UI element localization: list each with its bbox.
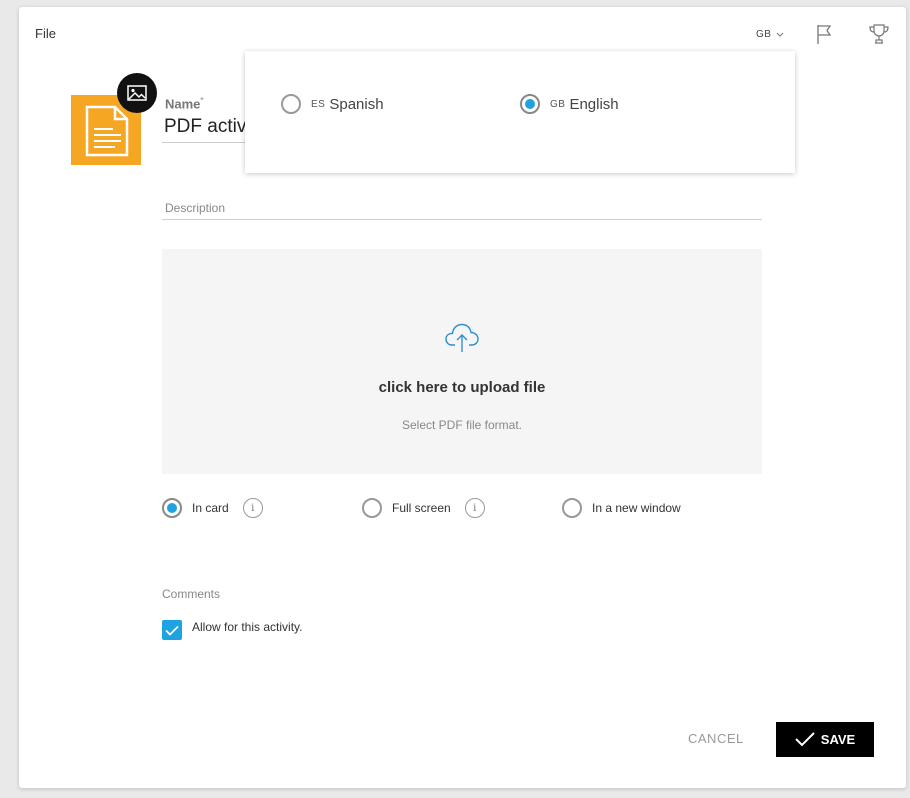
description-label: Description bbox=[165, 201, 226, 215]
radio-english[interactable] bbox=[520, 94, 540, 114]
cloud-upload-icon bbox=[445, 323, 479, 352]
flag-icon[interactable] bbox=[815, 23, 835, 50]
radio-spanish[interactable] bbox=[281, 94, 301, 114]
info-icon[interactable]: i bbox=[242, 498, 263, 518]
name-underline bbox=[162, 142, 246, 143]
upload-dropzone[interactable]: click here to upload file Select PDF fil… bbox=[162, 249, 762, 474]
save-button[interactable]: SAVE bbox=[776, 722, 874, 757]
required-mark: * bbox=[200, 96, 204, 105]
comments-label: Comments bbox=[162, 587, 221, 601]
display-option-in-card[interactable]: In card i bbox=[162, 498, 263, 518]
checkmark-icon bbox=[165, 625, 179, 636]
chevron-down-icon bbox=[777, 32, 784, 37]
upload-title: click here to upload file bbox=[378, 379, 546, 396]
allow-comments-checkbox[interactable] bbox=[162, 620, 182, 640]
language-code: GB bbox=[756, 29, 772, 40]
display-option-label: In a new window bbox=[592, 501, 681, 515]
upload-hint: Select PDF file format. bbox=[401, 418, 523, 432]
save-label: SAVE bbox=[820, 732, 856, 747]
section-label: File bbox=[35, 26, 56, 41]
language-dropdown: ES Spanish GB English bbox=[245, 51, 795, 173]
language-option-code: ES bbox=[311, 98, 326, 110]
cancel-button[interactable]: CANCEL bbox=[688, 731, 744, 746]
description-input[interactable] bbox=[162, 201, 762, 220]
trophy-icon[interactable] bbox=[868, 23, 890, 50]
radio-full-screen[interactable] bbox=[362, 498, 382, 518]
display-option-label: In card bbox=[192, 501, 229, 515]
info-icon[interactable]: i bbox=[464, 498, 485, 518]
name-input[interactable]: PDF activity bbox=[164, 116, 246, 138]
language-selector[interactable]: GB bbox=[756, 29, 784, 40]
document-icon bbox=[85, 105, 129, 157]
language-option-code: GB bbox=[550, 98, 566, 110]
language-option-name: English bbox=[569, 95, 619, 113]
language-option-english[interactable]: GB English bbox=[520, 94, 619, 114]
radio-in-card[interactable] bbox=[162, 498, 182, 518]
display-option-label: Full screen bbox=[392, 501, 451, 515]
display-option-full-screen[interactable]: Full screen i bbox=[362, 498, 485, 518]
display-option-new-window[interactable]: In a new window bbox=[562, 498, 681, 518]
change-image-button[interactable] bbox=[117, 73, 157, 113]
image-icon bbox=[127, 85, 147, 101]
language-option-spanish[interactable]: ES Spanish bbox=[281, 94, 384, 114]
name-label: Name* bbox=[165, 96, 204, 112]
language-option-name: Spanish bbox=[329, 95, 384, 113]
allow-comments-label: Allow for this activity. bbox=[192, 620, 303, 634]
radio-new-window[interactable] bbox=[562, 498, 582, 518]
checkmark-icon bbox=[795, 732, 815, 747]
